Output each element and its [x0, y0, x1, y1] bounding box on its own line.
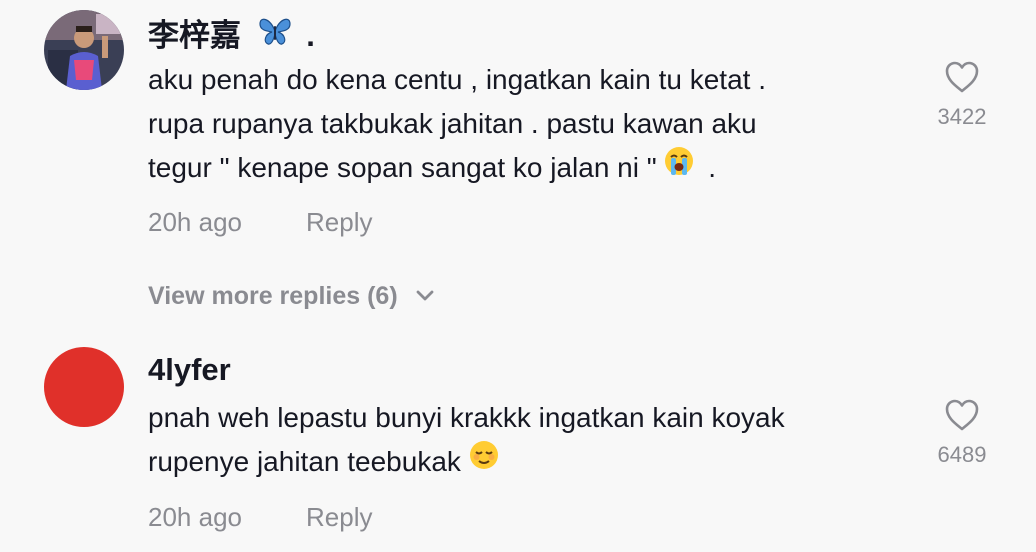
avatar[interactable]: [44, 347, 124, 427]
like-button[interactable]: 3422: [928, 60, 996, 130]
username[interactable]: 李梓嘉: [148, 18, 241, 53]
timestamp: 20h ago: [148, 207, 242, 237]
comment-text: aku penah do kena centu , ingatkan kain …: [148, 58, 908, 190]
like-count: 3422: [937, 104, 987, 129]
view-more-replies-button[interactable]: View more replies (6): [148, 282, 435, 311]
comment-line: rupenye jahitan teebukak: [148, 446, 461, 477]
comment-meta: 20h ago Reply: [148, 502, 372, 533]
comment-meta: 20h ago Reply: [148, 207, 372, 238]
view-more-replies-label: View more replies (6): [148, 282, 398, 310]
comment-line: rupa rupanya takbukak jahitan . pastu ka…: [148, 108, 757, 139]
like-button[interactable]: 6489: [928, 398, 996, 468]
chevron-down-icon: [415, 281, 435, 310]
comment-line: pnah weh lepastu bunyi krakkk ingatkan k…: [148, 402, 785, 433]
comment-item: 4lyfer pnah weh lepastu bunyi krakkk ing…: [0, 340, 1036, 552]
username-row[interactable]: 李梓嘉 .: [148, 10, 315, 55]
username[interactable]: 4lyfer: [148, 352, 231, 388]
comment-item: 李梓嘉 . aku penah do kena centu , ingatkan…: [0, 0, 1036, 250]
reply-button[interactable]: Reply: [306, 207, 372, 238]
butterfly-icon: [258, 16, 292, 54]
comments-panel: 李梓嘉 . aku penah do kena centu , ingatkan…: [0, 0, 1036, 552]
comment-line-with-emoji: tegur " kenape sopan sangat ko jalan ni …: [148, 146, 908, 190]
comment-line: tegur " kenape sopan sangat ko jalan ni …: [148, 152, 657, 183]
heart-icon[interactable]: [944, 60, 980, 94]
like-count: 6489: [937, 442, 987, 467]
reply-button[interactable]: Reply: [306, 502, 372, 533]
loudly-crying-face-icon: [664, 145, 694, 189]
username-suffix: .: [306, 18, 315, 53]
comment-line-with-emoji: rupenye jahitan teebukak: [148, 440, 908, 484]
heart-icon[interactable]: [944, 398, 980, 432]
avatar-photo: [44, 10, 124, 90]
comment-line: .: [708, 152, 717, 183]
comment-text: pnah weh lepastu bunyi krakkk ingatkan k…: [148, 396, 908, 484]
avatar[interactable]: [44, 10, 124, 90]
comment-line: aku penah do kena centu , ingatkan kain …: [148, 64, 766, 95]
relieved-face-icon: [469, 439, 499, 483]
timestamp: 20h ago: [148, 502, 242, 532]
